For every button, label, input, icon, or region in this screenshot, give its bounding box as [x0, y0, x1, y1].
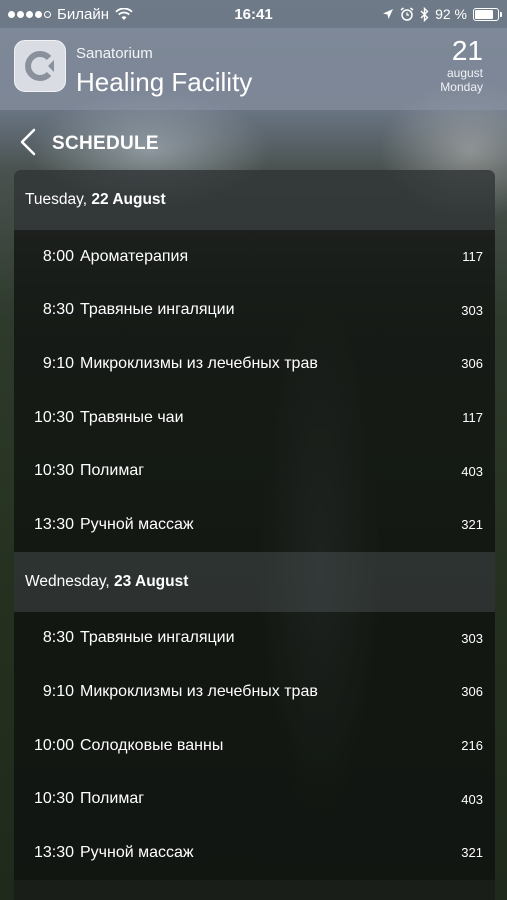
- status-bar-left: Билайн: [0, 6, 133, 23]
- schedule-item[interactable]: 8:00 Ароматерапия 117: [14, 230, 495, 284]
- schedule-item-room: 303: [461, 302, 483, 318]
- schedule-item[interactable]: 10:30 Полимаг 403: [14, 772, 495, 826]
- schedule-item[interactable]: 10:30 Полимаг 403: [14, 444, 495, 498]
- schedule-item[interactable]: 8:30 Травяные ингаляции 303: [14, 283, 495, 338]
- status-bar: Билайн 16:41 92 %: [0, 0, 507, 28]
- schedule-item-time: 13:30: [33, 515, 74, 533]
- location-arrow-icon: [383, 9, 394, 19]
- schedule-item-room: 306: [461, 684, 483, 700]
- schedule-item-name: Полимаг: [80, 462, 145, 480]
- battery-level-fill: [475, 9, 493, 19]
- page-title: SCHEDULE: [52, 133, 159, 154]
- schedule-item-time: 9:10: [42, 682, 74, 700]
- day-header: Wednesday, 23 August: [14, 551, 495, 612]
- schedule-item-room: 321: [461, 517, 483, 533]
- header-date-day: 21: [451, 35, 483, 66]
- schedule-list: Tuesday, 22 August 8:00 Ароматерапия 117 8:3…: [14, 170, 495, 900]
- header-date-weekday: Monday: [440, 80, 483, 94]
- schedule-item[interactable]: 13:30 Ручной массаж 321: [14, 497, 495, 552]
- battery-icon: [473, 7, 502, 21]
- schedule-item[interactable]: 9:10 Микроклизмы из лечебных трав 306: [14, 665, 495, 719]
- schedule-item-time: 8:30: [42, 301, 74, 319]
- schedule-item-name: Микроклизмы из лечебных трав: [80, 682, 318, 700]
- schedule-item-name: Травяные чаи: [80, 408, 184, 426]
- schedule-item-name: Полимаг: [80, 790, 145, 808]
- day-header-weekday: Wednesday,: [25, 572, 115, 590]
- schedule-item-room: 303: [461, 630, 483, 646]
- schedule-item-name: Травяные ингаляции: [80, 301, 235, 319]
- header-title: Healing Facility: [76, 67, 253, 97]
- schedule-item-room: 216: [461, 738, 483, 754]
- nav-bar: SCHEDULE: [0, 112, 507, 170]
- schedule-item-room: 117: [462, 410, 483, 426]
- schedule-item-time: 9:10: [42, 354, 74, 372]
- schedule-item-name: Ароматерапия: [80, 247, 189, 265]
- day-header: Tuesday, 22 August: [14, 170, 495, 230]
- schedule-item-room: 117: [462, 249, 483, 265]
- signal-strength-icon: [8, 10, 51, 18]
- schedule-item-time: 10:30: [33, 790, 74, 808]
- schedule-item-time: 8:00: [42, 247, 74, 265]
- schedule-item[interactable]: 9:10 Микроклизмы из лечебных трав 306: [14, 337, 495, 391]
- app-header: Sanatorium Healing Facility 21 august Mo…: [0, 28, 507, 110]
- bluetooth-icon: [420, 6, 429, 22]
- carrier-label: Билайн: [57, 5, 109, 23]
- battery-percentage: 92 %: [435, 6, 467, 22]
- schedule-item-time: 10:30: [33, 462, 74, 480]
- schedule-item-room: 403: [461, 791, 483, 807]
- day-header-weekday: Tuesday,: [25, 191, 92, 208]
- schedule-item-time: 10:00: [33, 736, 74, 754]
- schedule-item-name: Травяные ингаляции: [80, 629, 235, 647]
- schedule-item-name: Солодковые ванны: [80, 736, 224, 754]
- alarm-clock-icon: [400, 7, 414, 21]
- schedule-item[interactable]: 10:00 Солодковые ванны 216: [14, 718, 495, 773]
- header-date: 21 august Monday: [440, 35, 483, 95]
- schedule-item-room: 306: [461, 356, 483, 372]
- day-header-date: 22 August: [91, 191, 166, 208]
- schedule-item-room: 403: [461, 463, 483, 479]
- schedule-item-time: 10:30: [33, 408, 74, 426]
- schedule-item-name: Ручной массаж: [80, 515, 194, 533]
- back-arrow-icon[interactable]: [18, 128, 40, 156]
- wifi-icon: [115, 7, 133, 20]
- schedule-item-time: 13:30: [33, 843, 74, 861]
- header-date-month: august: [446, 66, 483, 80]
- schedule-item-name: Ручной массаж: [80, 843, 194, 861]
- status-bar-right: 92 %: [382, 6, 507, 22]
- app-logo-icon[interactable]: [14, 40, 66, 92]
- schedule-item-name: Микроклизмы из лечебных трав: [80, 354, 318, 372]
- schedule-item-room: 321: [461, 845, 483, 861]
- day-header-date: 23 August: [114, 572, 189, 590]
- header-subtitle: Sanatorium: [76, 45, 153, 62]
- schedule-item[interactable]: 13:30 Ручной массаж 321: [14, 825, 495, 880]
- schedule-item-time: 8:30: [42, 629, 74, 647]
- schedule-item[interactable]: 8:30 Травяные ингаляции 303: [14, 611, 495, 666]
- schedule-item[interactable]: 10:30 Травяные чаи 117: [14, 390, 495, 445]
